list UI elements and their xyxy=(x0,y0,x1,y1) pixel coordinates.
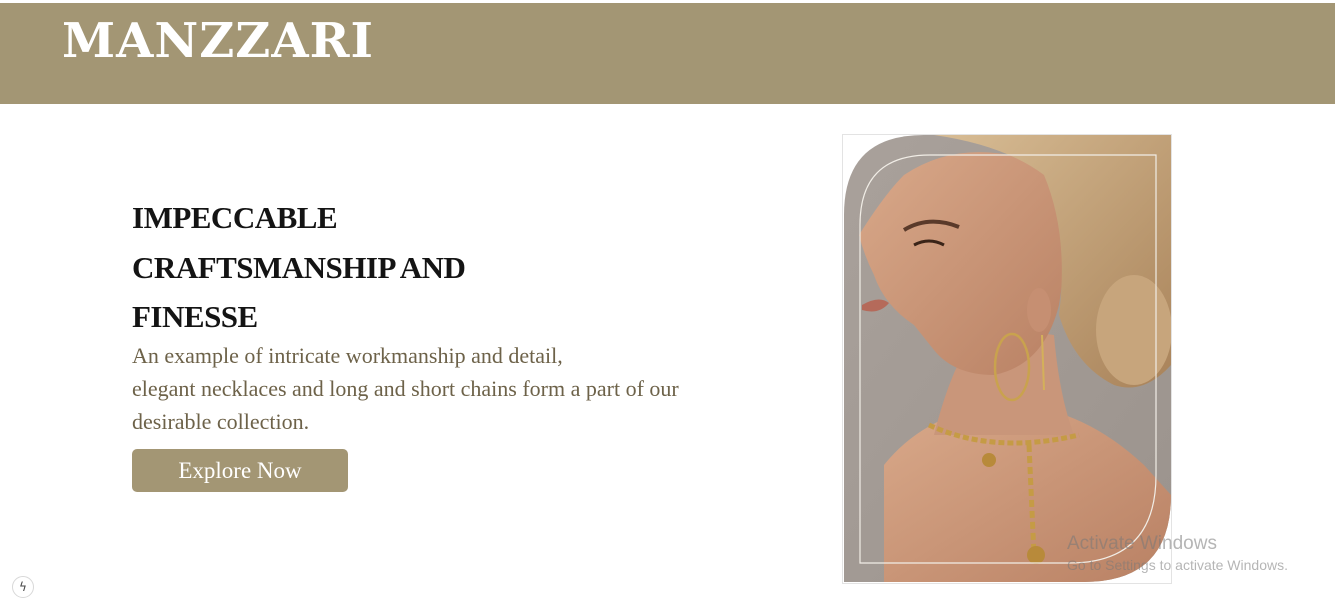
explore-now-button[interactable]: Explore Now xyxy=(132,449,348,492)
hero-title-line-2: CRAFTSMANSHIP AND xyxy=(132,249,466,285)
hero-description-line-3: desirable collection. xyxy=(132,409,310,434)
hero-title: IMPECCABLE CRAFTSMANSHIP AND FINESSE xyxy=(132,193,552,342)
lightning-icon[interactable]: ϟ xyxy=(12,576,34,598)
watermark-title: Activate Windows xyxy=(1067,533,1217,554)
hero-title-line-1: IMPECCABLE xyxy=(132,200,338,235)
hero-model-image xyxy=(844,135,1171,582)
hero-description: An example of intricate workmanship and … xyxy=(132,339,792,438)
hero-description-line-1: An example of intricate workmanship and … xyxy=(132,343,563,368)
windows-activation-watermark: Activate Windows Go to Settings to activ… xyxy=(1067,533,1288,575)
brand-logo[interactable]: MANZZARI xyxy=(62,11,374,71)
watermark-subtitle: Go to Settings to activate Windows. xyxy=(1067,557,1288,573)
hero-description-line-2: elegant necklaces and long and short cha… xyxy=(132,376,679,401)
hero-title-line-3: FINESSE xyxy=(132,299,258,334)
site-header: MANZZARI xyxy=(0,3,1335,104)
